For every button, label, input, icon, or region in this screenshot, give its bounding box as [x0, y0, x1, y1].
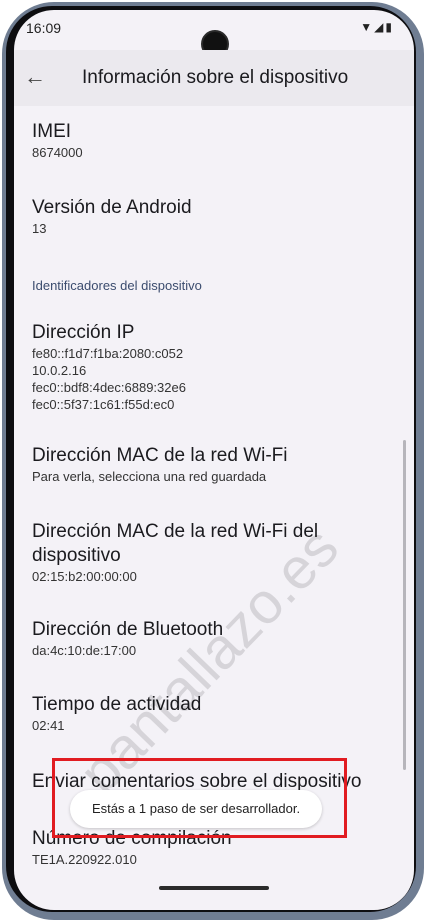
item-value: 13: [32, 221, 47, 236]
highlight-box: [52, 758, 347, 838]
item-imei[interactable]: IMEI 8674000: [32, 120, 392, 161]
item-value: 8674000: [32, 145, 83, 160]
item-ip-address[interactable]: Dirección IP fe80::f1d7:f1ba:2080:c052 1…: [32, 321, 392, 413]
scrollbar[interactable]: [403, 440, 406, 770]
app-bar: ← Información sobre el dispositivo: [14, 50, 414, 106]
item-title: Dirección IP: [32, 322, 135, 343]
item-wifi-mac[interactable]: Dirección MAC de la red Wi-Fi Para verla…: [32, 444, 392, 485]
item-value: fe80::f1d7:f1ba:2080:c052: [32, 346, 184, 361]
status-icons: ▼◢▮: [360, 20, 394, 34]
gesture-bar[interactable]: [159, 886, 269, 890]
section-header: Identificadores del dispositivo: [32, 278, 202, 293]
item-title: IMEI: [32, 121, 72, 142]
item-title: Dirección MAC de la red Wi-Fi: [32, 445, 288, 466]
item-android-version[interactable]: Versión de Android 13: [32, 196, 392, 237]
item-value: fec0::bdf8:4dec:6889:32e6: [32, 380, 186, 395]
item-title: Versión de Android: [32, 197, 192, 218]
back-arrow-icon[interactable]: ←: [24, 64, 46, 90]
item-value: fec0::5f37:1c61:f55d:ec0: [32, 397, 175, 412]
item-value: 10.0.2.16: [32, 363, 87, 378]
item-value: TE1A.220922.010: [32, 852, 137, 867]
item-value: Para verla, selecciona una red guardada: [32, 469, 267, 484]
item-value: 02:41: [32, 718, 65, 733]
page-title: Información sobre el dispositivo: [82, 67, 349, 88]
status-time: 16:09: [26, 20, 62, 36]
